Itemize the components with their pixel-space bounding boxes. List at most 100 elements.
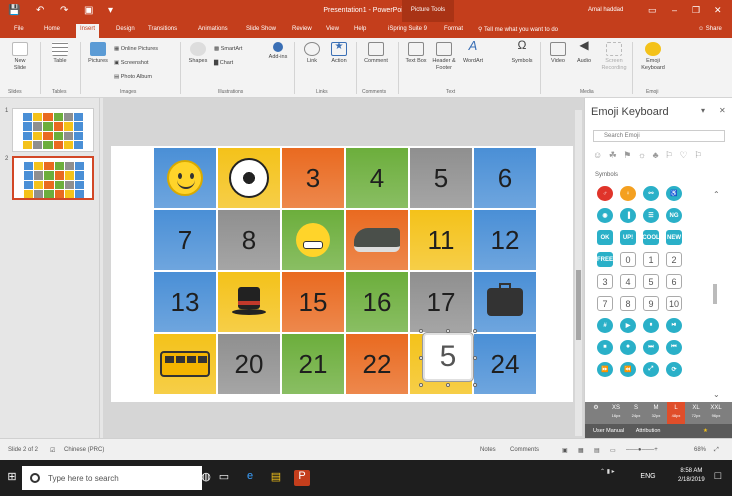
header-footer-button[interactable]: Header & Footer (430, 42, 458, 72)
notifications-icon[interactable]: □ (710, 470, 726, 486)
online-pictures-button[interactable]: ▦ Online Pictures (114, 46, 158, 52)
restore-icon[interactable]: ❒ (692, 5, 700, 16)
emoji-button[interactable]: ⏪ (620, 362, 636, 377)
comment-button[interactable]: Comment (360, 42, 392, 65)
emoji-button[interactable]: 8 (620, 296, 636, 311)
tab-format[interactable]: Format (444, 26, 463, 32)
tab-file[interactable]: File (14, 26, 24, 32)
microphone-icon[interactable]: ◍ (198, 470, 214, 486)
emoji-category-icons[interactable]: ☺ ☘ ⚑ ☼ ♣ ⚐ ♡ ⚐ (593, 150, 704, 161)
scroll-up-icon[interactable]: ⌃ (713, 190, 720, 199)
emoji-button[interactable]: ⏩ (597, 362, 613, 377)
screenshot-button[interactable]: ▣ Screenshot (114, 60, 149, 66)
action-button[interactable]: ★ Action (326, 42, 352, 65)
selected-keycap-emoji[interactable]: 5 (423, 333, 473, 381)
slide-thumbnail-2[interactable] (12, 156, 94, 200)
zoom-level[interactable]: 68% (694, 447, 706, 453)
resize-handle[interactable] (446, 329, 450, 333)
grid-cell[interactable]: 21 (282, 334, 344, 394)
audio-button[interactable]: ◀ Audio (572, 39, 596, 65)
emoji-button[interactable]: NEW (666, 230, 682, 245)
system-tray-icons[interactable]: ⌃ ▮ ▸ (600, 468, 615, 475)
video-button[interactable]: Video (546, 42, 570, 65)
emoji-button[interactable]: ⏹ (597, 340, 613, 355)
grid-cell[interactable]: 6 (474, 148, 536, 208)
emoji-button[interactable]: ⤢ (643, 362, 659, 377)
tab-design[interactable]: Design (116, 26, 135, 32)
emoji-button[interactable]: ⏭ (643, 340, 659, 355)
fit-slide-icon[interactable]: ⤢ (714, 447, 719, 454)
resize-handle[interactable] (446, 383, 450, 387)
taskbar-search-input[interactable]: Type here to search (22, 466, 202, 490)
spellcheck-icon[interactable]: ☑ (50, 447, 55, 454)
emoji-button[interactable]: ◉ (597, 208, 613, 223)
language-status[interactable]: Chinese (PRC) (64, 447, 104, 453)
tab-ispring[interactable]: iSpring Suite 9 (388, 26, 427, 32)
emoji-keyboard-button[interactable]: Emoji Keyboard (636, 42, 670, 72)
add-ins-button[interactable]: Add-ins (266, 42, 290, 61)
grid-cell[interactable] (154, 334, 216, 394)
size-option-xl[interactable]: XL 72px (687, 402, 705, 424)
normal-view-icon[interactable]: ▣ (562, 447, 568, 454)
size-option-xs[interactable]: XS 16px (607, 402, 625, 424)
emoji-search-input[interactable]: Search Emoji (593, 130, 725, 142)
attribution-link[interactable]: Attribution (636, 428, 661, 434)
grid-cell[interactable]: 15 (282, 272, 344, 332)
symbols-button[interactable]: Ω Symbols (508, 39, 536, 65)
text-box-button[interactable]: Text Box (404, 42, 428, 65)
slideshow-icon[interactable]: ▭ (610, 447, 616, 454)
emoji-scrollbar[interactable] (713, 284, 717, 304)
emoji-button[interactable]: ▐ (620, 208, 636, 223)
slide-thumbnail-1[interactable] (12, 108, 94, 152)
screen-recording-button[interactable]: Screen Recording (598, 42, 630, 72)
shapes-button[interactable]: Shapes (186, 42, 210, 65)
emoji-button[interactable]: ☰ (643, 208, 659, 223)
tab-slide-show[interactable]: Slide Show (246, 26, 276, 32)
emoji-button[interactable]: 7 (597, 296, 613, 311)
emoji-button[interactable]: 4 (620, 274, 636, 289)
tab-help[interactable]: Help (354, 26, 366, 32)
clock[interactable]: 8:58 AM 2/18/2019 (678, 467, 705, 485)
minimize-icon[interactable]: – (672, 5, 677, 15)
grid-cell[interactable]: 17 (410, 272, 472, 332)
ribbon-display-icon[interactable]: ▭ (648, 5, 657, 16)
grid-cell[interactable]: 11 (410, 210, 472, 270)
grid-cell[interactable]: 7 (154, 210, 216, 270)
emoji-button[interactable]: COOL (642, 230, 660, 245)
emoji-button[interactable]: ⏮ (666, 340, 682, 355)
emoji-button[interactable]: 5 (643, 274, 659, 289)
resize-handle[interactable] (419, 329, 423, 333)
grid-cell[interactable] (218, 148, 280, 208)
emoji-button[interactable]: 3 (597, 274, 613, 289)
wordart-button[interactable]: A WordArt (460, 39, 486, 65)
grid-cell[interactable]: 16 (346, 272, 408, 332)
emoji-button[interactable]: 1 (643, 252, 659, 267)
grid-cell[interactable]: 20 (218, 334, 280, 394)
smartart-button[interactable]: ▩ SmartArt (214, 46, 242, 52)
link-button[interactable]: Link (300, 42, 324, 65)
grid-cell[interactable] (218, 272, 280, 332)
emoji-button[interactable]: ⏺ (620, 340, 636, 355)
close-icon[interactable]: ✕ (714, 5, 722, 16)
scroll-down-icon[interactable]: ⌄ (713, 390, 720, 399)
zoom-slider[interactable]: –──●───+ (626, 447, 658, 453)
user-name[interactable]: Amal haddad (588, 7, 623, 13)
slide-sorter-icon[interactable]: ▦ (578, 447, 584, 454)
resize-handle[interactable] (473, 383, 477, 387)
emoji-button[interactable]: NG (666, 208, 682, 223)
user-manual-link[interactable]: User Manual (593, 428, 624, 434)
emoji-button[interactable]: # (597, 318, 613, 333)
grid-cell[interactable]: 4 (346, 148, 408, 208)
tab-animations[interactable]: Animations (198, 26, 228, 32)
powerpoint-taskbar-icon[interactable]: P (294, 470, 310, 486)
resize-handle[interactable] (419, 356, 423, 360)
chart-button[interactable]: ▇ Chart (214, 60, 233, 66)
edge-icon[interactable]: e (242, 470, 258, 486)
notes-button[interactable]: Notes (480, 447, 496, 453)
tell-me-search[interactable]: ⚲ Tell me what you want to do (478, 26, 558, 33)
editor-scrollbar[interactable] (575, 110, 582, 436)
emoji-button[interactable]: 9 (643, 296, 659, 311)
scrollbar-thumb[interactable] (576, 270, 581, 340)
grid-cell[interactable]: 13 (154, 272, 216, 332)
grid-cell[interactable]: 12 (474, 210, 536, 270)
